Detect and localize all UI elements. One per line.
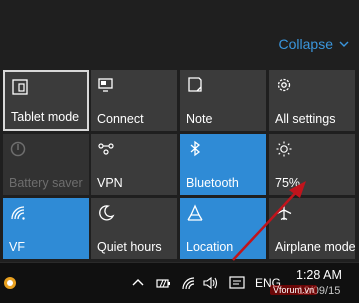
action-center-panel: Collapse Tablet mode Connect Note All se… (0, 0, 359, 262)
tile-label: VPN (97, 176, 123, 190)
start-button[interactable] (2, 263, 18, 303)
tile-airplane-mode[interactable]: Airplane mode (269, 198, 356, 259)
tile-label: All settings (275, 112, 336, 126)
tile-label: Battery saver (9, 176, 83, 190)
battery-saver-icon (10, 141, 26, 157)
tile-label: Location (186, 240, 234, 254)
note-icon (188, 77, 202, 92)
tile-all-settings[interactable]: All settings (269, 70, 355, 131)
battery-plug-icon (156, 279, 170, 288)
wifi-icon (11, 206, 25, 220)
watermark: Vforum.vn (270, 285, 318, 295)
language-indicator[interactable]: ENG (255, 263, 281, 303)
taskbar: ENG 1:28 AM 12/09/15 (0, 262, 359, 303)
tile-label: Tablet mode (11, 110, 80, 124)
tile-location[interactable]: Location (180, 198, 266, 259)
collapse-label: Collapse (278, 36, 333, 52)
chevron-down-icon (339, 41, 349, 47)
app-icon (4, 277, 16, 289)
tile-connect[interactable]: Connect (91, 70, 177, 131)
action-center-icon (229, 276, 245, 289)
tile-tablet-mode[interactable]: Tablet mode (3, 70, 89, 131)
moon-icon (99, 205, 115, 221)
action-center-tray-button[interactable] (229, 263, 245, 303)
tile-label: 75% (275, 176, 301, 190)
tile-note[interactable]: Note (180, 70, 266, 131)
location-icon (187, 204, 203, 221)
tile-label: VF (9, 240, 25, 254)
tile-label: Connect (97, 112, 144, 126)
collapse-button[interactable]: Collapse (279, 36, 349, 52)
tile-label: Note (186, 112, 213, 126)
brightness-icon (276, 141, 292, 157)
tile-label: Airplane mode (275, 240, 356, 254)
show-hidden-icons-button[interactable] (132, 263, 144, 303)
network-tray-button[interactable] (181, 263, 197, 303)
tile-brightness[interactable]: 75% (269, 134, 355, 195)
airplane-icon (276, 205, 292, 221)
tile-label: Quiet hours (97, 240, 162, 254)
power-tray-button[interactable] (156, 263, 172, 303)
chevron-up-icon (132, 279, 144, 286)
wifi-icon (182, 277, 195, 290)
tile-bluetooth[interactable]: Bluetooth (180, 134, 266, 195)
connect-icon (98, 78, 113, 92)
vpn-icon (98, 143, 114, 155)
tile-label: Bluetooth (186, 176, 239, 190)
volume-tray-button[interactable] (203, 263, 219, 303)
tablet-mode-icon (12, 79, 28, 95)
tile-quiet-hours[interactable]: Quiet hours (91, 198, 177, 259)
tile-vpn[interactable]: VPN (91, 134, 177, 195)
tile-battery-saver[interactable]: Battery saver (3, 134, 89, 195)
clock-time: 1:28 AM (296, 268, 342, 282)
tile-wifi[interactable]: VF (3, 198, 89, 259)
gear-icon (277, 78, 291, 92)
speaker-icon (203, 276, 218, 290)
bluetooth-icon (190, 140, 201, 157)
